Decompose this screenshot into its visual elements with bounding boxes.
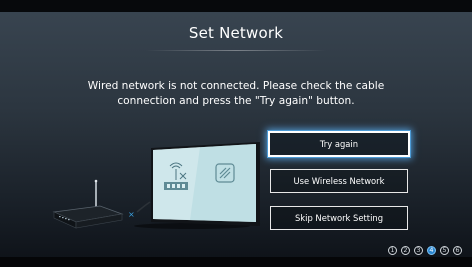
setup-step-indicator: 1 2 3 4 5 6 <box>388 246 462 255</box>
use-wireless-network-button[interactable]: Use Wireless Network <box>270 169 408 193</box>
step-indicator-4: 4 <box>427 246 436 255</box>
step-indicator-1: 1 <box>388 246 397 255</box>
step-indicator-2: 2 <box>401 246 410 255</box>
step-indicator-6: 6 <box>453 246 462 255</box>
status-message-line-1: Wired network is not connected. Please c… <box>87 80 385 92</box>
bottom-letterbox <box>0 257 472 267</box>
disconnected-cable-icon: × <box>128 210 135 219</box>
step-indicator-3: 3 <box>414 246 423 255</box>
network-illustration: × <box>52 142 260 229</box>
try-again-button[interactable]: Try again <box>268 131 410 157</box>
status-message: Wired network is not connected. Please c… <box>40 79 432 109</box>
setup-screen: Set Network Wired network is not connect… <box>0 0 472 267</box>
top-letterbox <box>0 0 472 12</box>
step-indicator-5: 5 <box>440 246 449 255</box>
ethernet-cable <box>136 201 151 213</box>
page-title: Set Network <box>188 24 284 42</box>
status-message-line-2: connection and press the "Try again" but… <box>117 95 355 107</box>
skip-network-setting-button[interactable]: Skip Network Setting <box>270 206 408 230</box>
title-divider <box>146 50 326 51</box>
